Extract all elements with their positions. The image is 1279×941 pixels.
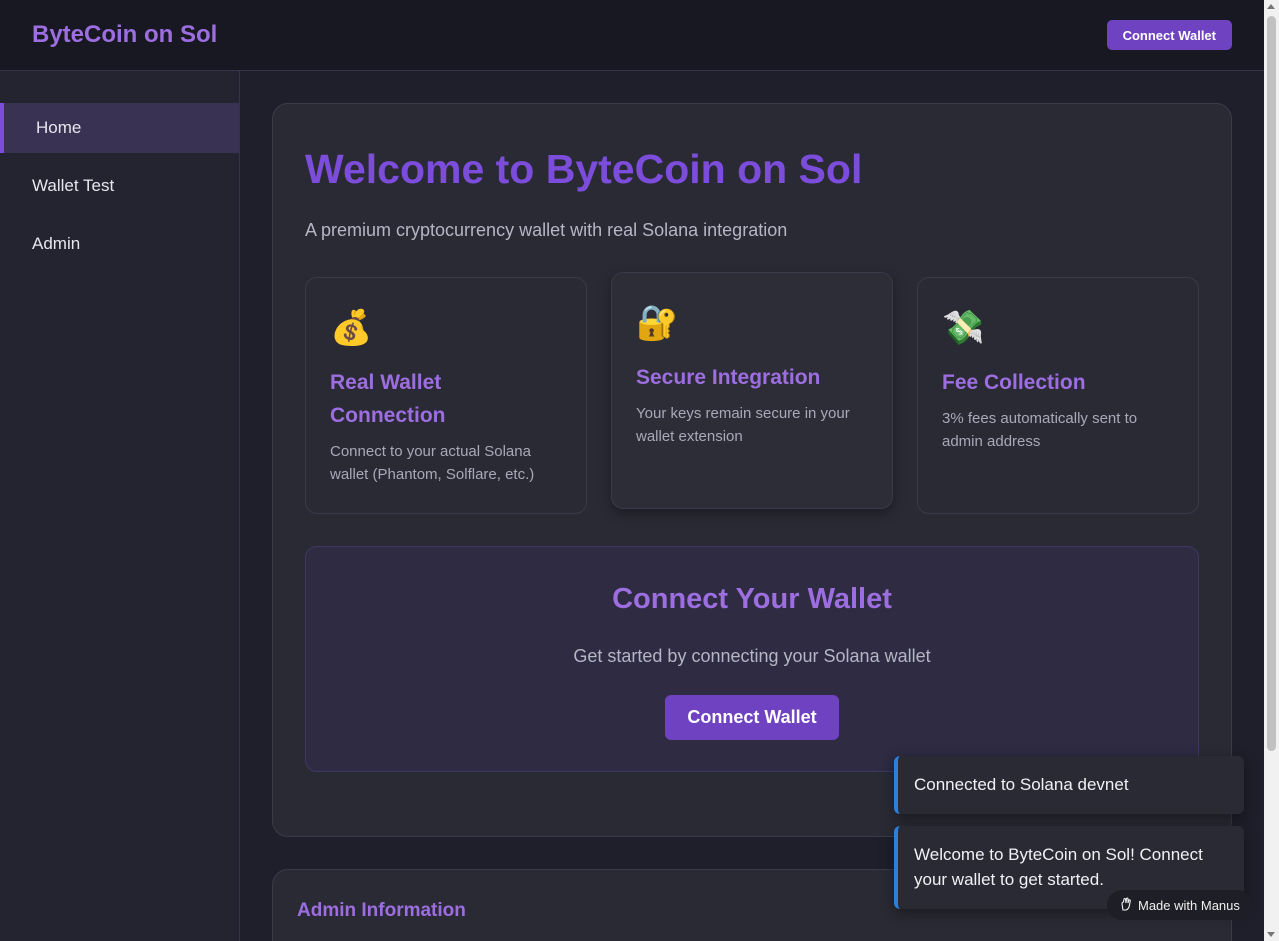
app-header: ByteCoin on Sol Connect Wallet [0,0,1264,71]
badge-label: Made with Manus [1138,897,1240,913]
page-scrollbar[interactable] [1264,0,1279,941]
page-subtitle: A premium cryptocurrency wallet with rea… [305,220,788,240]
feature-card-real-wallet: 💰 Real Wallet Connection Connect to your… [305,277,587,514]
toast-notification[interactable]: Connected to Solana devnet [894,756,1244,814]
manus-hand-icon [1119,897,1133,914]
feature-description: Your keys remain secure in your wallet e… [636,405,850,445]
sidebar-item-home[interactable]: Home [0,103,239,153]
feature-list: 💰 Real Wallet Connection Connect to your… [305,272,1199,514]
made-with-manus-badge[interactable]: Made with Manus [1107,890,1252,920]
money-wings-icon: 💸 [942,309,985,347]
scroll-down-icon[interactable] [1267,932,1275,937]
connect-wallet-panel: Connect Your Wallet Get started by conne… [305,546,1199,772]
welcome-card: Welcome to ByteCoin on Sol A premium cry… [272,103,1232,837]
feature-title: Fee Collection [942,371,1086,394]
connect-wallet-heading: Connect Your Wallet [612,583,892,615]
header-connect-wallet-button[interactable]: Connect Wallet [1106,20,1232,50]
connect-wallet-subtitle: Get started by connecting your Solana wa… [573,646,931,666]
connect-wallet-button[interactable]: Connect Wallet [665,695,839,740]
feature-title: Real Wallet Connection [330,371,446,427]
page-title: Welcome to ByteCoin on Sol [305,146,863,192]
sidebar-item-admin[interactable]: Admin [0,219,239,269]
money-bag-icon: 💰 [330,309,373,347]
feature-card-fee-collection: 💸 Fee Collection 3% fees automatically s… [917,277,1199,514]
lock-key-icon: 🔐 [636,304,679,342]
scrollbar-thumb[interactable] [1267,16,1276,751]
app-logo[interactable]: ByteCoin on Sol [32,21,217,49]
feature-description: Connect to your actual Solana wallet (Ph… [330,443,535,483]
scroll-up-icon[interactable] [1267,4,1275,9]
sidebar: Home Wallet Test Admin [0,71,240,941]
feature-card-secure-integration: 🔐 Secure Integration Your keys remain se… [611,272,893,509]
feature-description: 3% fees automatically sent to admin addr… [942,410,1138,450]
feature-title: Secure Integration [636,366,821,389]
sidebar-item-wallet-test[interactable]: Wallet Test [0,161,239,211]
